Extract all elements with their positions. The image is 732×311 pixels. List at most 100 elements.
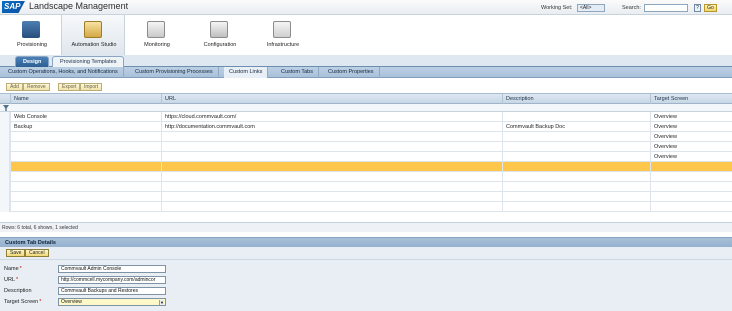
nav-infrastructure[interactable]: Infrastructure [251, 15, 315, 55]
cell-url[interactable] [161, 142, 502, 152]
cell-target-screen[interactable]: Overview [650, 142, 732, 152]
row-selector[interactable] [0, 122, 10, 132]
cell-description[interactable] [502, 172, 650, 182]
table-row[interactable] [0, 162, 732, 172]
cell-name[interactable] [10, 132, 161, 142]
tab-custom-tabs[interactable]: Custom Tabs [276, 67, 319, 78]
url-field[interactable]: http://commcell.mycompany.com/admincor [58, 276, 166, 284]
remove-button[interactable]: Remove [23, 83, 50, 91]
cell-description[interactable] [502, 142, 650, 152]
row-selector[interactable] [0, 172, 10, 182]
nav-label: Infrastructure [266, 42, 300, 48]
cell-name[interactable]: Backup [10, 122, 161, 132]
cell-url[interactable]: http://documentation.commvault.com [161, 122, 502, 132]
tab-custom-links[interactable]: Custom Links [224, 67, 269, 78]
filter-icon[interactable] [3, 105, 9, 111]
table-row[interactable] [0, 182, 732, 192]
cell-name[interactable] [10, 172, 161, 182]
cell-description[interactable] [502, 152, 650, 162]
cell-url[interactable] [161, 152, 502, 162]
cell-description[interactable] [502, 192, 650, 202]
go-button[interactable]: Go [704, 4, 717, 12]
table-row[interactable] [0, 202, 732, 212]
row-selector[interactable] [0, 132, 10, 142]
target-screen-select[interactable]: Overview ▼ [58, 298, 166, 306]
cell-description[interactable] [502, 162, 650, 172]
cell-name[interactable] [10, 162, 161, 172]
row-selector[interactable] [0, 192, 10, 202]
nav-label: Configuration [203, 42, 237, 48]
add-button[interactable]: Add [6, 83, 23, 91]
cell-target-screen[interactable] [650, 172, 732, 182]
working-set-select[interactable]: <All> [577, 4, 605, 12]
cell-target-screen[interactable] [650, 202, 732, 212]
tab-custom-properties[interactable]: Custom Properties [323, 67, 380, 78]
search-label: Search: [622, 5, 641, 11]
cell-url[interactable] [161, 192, 502, 202]
cell-target-screen[interactable]: Overview [650, 122, 732, 132]
table-row[interactable] [0, 172, 732, 182]
nav-monitoring[interactable]: Monitoring [125, 15, 189, 55]
table-row[interactable] [0, 192, 732, 202]
table-row[interactable]: Overview [0, 142, 732, 152]
cell-name[interactable] [10, 152, 161, 162]
cell-description[interactable] [502, 132, 650, 142]
table-row[interactable]: Overview [0, 132, 732, 142]
description-field[interactable]: Commvault Backups and Restores [58, 287, 166, 295]
row-selector[interactable] [0, 112, 10, 122]
tab-custom-operations[interactable]: Custom Operations, Hooks, and Notificati… [3, 67, 124, 78]
nav-provisioning[interactable]: Provisioning [0, 15, 64, 55]
import-button[interactable]: Import [80, 83, 103, 91]
column-header-target-screen[interactable]: Target Screen [650, 94, 732, 104]
cell-target-screen[interactable]: Overview [650, 112, 732, 122]
cell-name[interactable] [10, 142, 161, 152]
row-selector[interactable] [0, 162, 10, 172]
nav-automation-studio[interactable]: Automation Studio [61, 15, 125, 55]
cell-url[interactable]: https://cloud.commvault.com/ [161, 112, 502, 122]
chevron-down-icon[interactable]: ▼ [159, 300, 164, 305]
cell-target-screen[interactable] [650, 182, 732, 192]
cell-name[interactable]: Web Console [10, 112, 161, 122]
cell-url[interactable] [161, 172, 502, 182]
cell-name[interactable] [10, 202, 161, 212]
nav-configuration[interactable]: Configuration [188, 15, 252, 55]
save-button[interactable]: Save [6, 249, 26, 257]
table-row[interactable]: Backup http://documentation.commvault.com… [0, 122, 732, 132]
row-selector[interactable] [0, 182, 10, 192]
cell-description[interactable] [502, 182, 650, 192]
table-toolbar: Add Remove Export Import [0, 80, 732, 93]
cell-target-screen[interactable] [650, 192, 732, 202]
column-header-description[interactable]: Description [502, 94, 650, 104]
cell-url[interactable] [161, 132, 502, 142]
row-selector[interactable] [0, 202, 10, 212]
cell-target-screen[interactable] [650, 162, 732, 172]
column-header-url[interactable]: URL [161, 94, 502, 104]
filter-row[interactable] [0, 104, 732, 112]
row-count-status: Rows: 6 total, 6 shown, 1 selected [0, 222, 732, 232]
tab-design[interactable]: Design [15, 56, 50, 67]
search-input[interactable] [644, 4, 688, 12]
cell-url[interactable] [161, 182, 502, 192]
cell-target-screen[interactable]: Overview [650, 132, 732, 142]
cancel-button[interactable]: Cancel [25, 249, 49, 257]
cell-description[interactable] [502, 112, 650, 122]
cell-target-screen[interactable]: Overview [650, 152, 732, 162]
name-field[interactable]: Commvault Admin Console [58, 265, 166, 273]
row-selector[interactable] [0, 142, 10, 152]
cell-url[interactable] [161, 162, 502, 172]
table-row[interactable]: Web Console https://cloud.commvault.com/O… [0, 112, 732, 122]
row-selector[interactable] [0, 152, 10, 162]
export-button[interactable]: Export [58, 83, 81, 91]
tab-custom-provisioning[interactable]: Custom Provisioning Processes [130, 67, 219, 78]
cell-name[interactable] [10, 192, 161, 202]
cell-description[interactable] [502, 202, 650, 212]
cell-url[interactable] [161, 202, 502, 212]
search-help-icon[interactable]: ? [694, 4, 701, 12]
column-header-name[interactable]: Name [10, 94, 161, 104]
working-set-label: Working Set: [541, 5, 573, 11]
cell-description[interactable]: Commvault Backup Doc [502, 122, 650, 132]
table-row[interactable]: Overview [0, 152, 732, 162]
cell-name[interactable] [10, 182, 161, 192]
third-tab-bar: Custom Operations, Hooks, and Notificati… [0, 67, 732, 78]
tab-provisioning-templates[interactable]: Provisioning Templates [52, 56, 125, 67]
